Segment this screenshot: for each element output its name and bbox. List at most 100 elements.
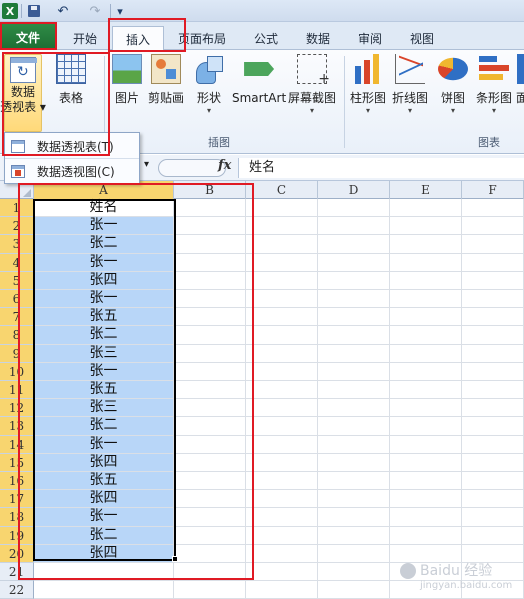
cell-f[interactable] xyxy=(462,399,524,418)
cell-d[interactable] xyxy=(318,308,390,327)
cell-b[interactable] xyxy=(174,344,246,363)
cell-e[interactable] xyxy=(390,290,462,309)
cell-c[interactable] xyxy=(246,217,318,236)
cell-f[interactable] xyxy=(462,235,524,254)
cell-a[interactable] xyxy=(34,563,174,582)
row-header[interactable]: 16 xyxy=(0,472,34,491)
cell-d[interactable] xyxy=(318,526,390,545)
cell-c[interactable] xyxy=(246,417,318,436)
cell-a[interactable]: 张一 xyxy=(34,217,174,236)
line-chart-button[interactable]: 折线图 ▾ xyxy=(392,54,428,116)
tab-view[interactable]: 视图 xyxy=(402,26,442,50)
cell-f[interactable] xyxy=(462,526,524,545)
cell-e[interactable] xyxy=(390,417,462,436)
cell-a[interactable]: 张二 xyxy=(34,526,174,545)
cell-b[interactable] xyxy=(174,253,246,272)
cell-b[interactable] xyxy=(174,526,246,545)
cell-e[interactable] xyxy=(390,399,462,418)
cell-a[interactable]: 张四 xyxy=(34,453,174,472)
cell-a[interactable]: 张五 xyxy=(34,381,174,400)
cell-c[interactable] xyxy=(246,563,318,582)
cell-d[interactable] xyxy=(318,417,390,436)
cell-a[interactable] xyxy=(34,581,174,599)
cell-f[interactable] xyxy=(462,381,524,400)
cell-c[interactable] xyxy=(246,490,318,509)
cell-d[interactable] xyxy=(318,271,390,290)
cell-b[interactable] xyxy=(174,308,246,327)
cell-d[interactable] xyxy=(318,217,390,236)
cell-c[interactable] xyxy=(246,581,318,599)
row-header[interactable]: 22 xyxy=(0,581,34,599)
row-header[interactable]: 19 xyxy=(0,526,34,545)
smartart-button[interactable]: SmartArt xyxy=(232,54,286,106)
undo-button[interactable]: ↶ xyxy=(50,3,76,19)
cell-b[interactable] xyxy=(174,472,246,491)
redo-button[interactable]: ↷ xyxy=(82,3,108,19)
column-header-b[interactable]: B xyxy=(174,181,246,199)
row-header[interactable]: 21 xyxy=(0,563,34,582)
cell-f[interactable] xyxy=(462,290,524,309)
cell-e[interactable] xyxy=(390,381,462,400)
cell-e[interactable] xyxy=(390,326,462,345)
cell-f[interactable] xyxy=(462,344,524,363)
row-header[interactable]: 8 xyxy=(0,326,34,345)
cell-b[interactable] xyxy=(174,217,246,236)
cell-f[interactable] xyxy=(462,362,524,381)
tab-page-layout[interactable]: 页面布局 xyxy=(172,26,232,50)
cell-f[interactable] xyxy=(462,472,524,491)
cell-f[interactable] xyxy=(462,453,524,472)
cell-f[interactable] xyxy=(462,508,524,527)
bar-chart-button[interactable]: 条形图 ▾ xyxy=(476,54,512,116)
row-header[interactable]: 14 xyxy=(0,435,34,454)
cell-e[interactable] xyxy=(390,199,462,218)
cell-d[interactable] xyxy=(318,472,390,491)
row-header[interactable]: 17 xyxy=(0,490,34,509)
cell-f[interactable] xyxy=(462,490,524,509)
tab-data[interactable]: 数据 xyxy=(298,26,338,50)
cell-b[interactable] xyxy=(174,490,246,509)
row-header[interactable]: 9 xyxy=(0,344,34,363)
cell-b[interactable] xyxy=(174,199,246,218)
cell-a[interactable]: 张五 xyxy=(34,472,174,491)
cell-a[interactable]: 张一 xyxy=(34,435,174,454)
cell-d[interactable] xyxy=(318,490,390,509)
row-header[interactable]: 15 xyxy=(0,453,34,472)
cell-b[interactable] xyxy=(174,581,246,599)
cell-c[interactable] xyxy=(246,362,318,381)
insert-function-button[interactable]: fx xyxy=(218,158,231,173)
row-header[interactable]: 7 xyxy=(0,308,34,327)
row-header[interactable]: 3 xyxy=(0,235,34,254)
cell-f[interactable] xyxy=(462,253,524,272)
cell-d[interactable] xyxy=(318,563,390,582)
cell-e[interactable] xyxy=(390,508,462,527)
cell-a[interactable]: 张一 xyxy=(34,290,174,309)
name-box-dropdown-icon[interactable]: ▾ xyxy=(144,159,149,170)
cell-a[interactable]: 张四 xyxy=(34,544,174,563)
formula-input[interactable]: 姓名 xyxy=(238,158,524,178)
cell-d[interactable] xyxy=(318,581,390,599)
cell-b[interactable] xyxy=(174,435,246,454)
cell-a[interactable]: 姓名 xyxy=(34,199,174,218)
cell-c[interactable] xyxy=(246,399,318,418)
row-header[interactable]: 6 xyxy=(0,290,34,309)
cell-a[interactable]: 张五 xyxy=(34,308,174,327)
cell-f[interactable] xyxy=(462,308,524,327)
row-header[interactable]: 2 xyxy=(0,217,34,236)
cell-d[interactable] xyxy=(318,344,390,363)
tab-insert[interactable]: 插入 xyxy=(112,26,164,51)
cell-e[interactable] xyxy=(390,362,462,381)
cell-c[interactable] xyxy=(246,435,318,454)
row-header[interactable]: 11 xyxy=(0,381,34,400)
row-header[interactable]: 13 xyxy=(0,417,34,436)
column-header-e[interactable]: E xyxy=(390,181,462,199)
cell-b[interactable] xyxy=(174,453,246,472)
cell-e[interactable] xyxy=(390,344,462,363)
cell-d[interactable] xyxy=(318,362,390,381)
cell-f[interactable] xyxy=(462,417,524,436)
cell-b[interactable] xyxy=(174,417,246,436)
clipart-button[interactable]: 剪贴画 xyxy=(148,54,184,106)
cell-b[interactable] xyxy=(174,399,246,418)
cell-b[interactable] xyxy=(174,563,246,582)
cell-e[interactable] xyxy=(390,472,462,491)
cell-d[interactable] xyxy=(318,290,390,309)
